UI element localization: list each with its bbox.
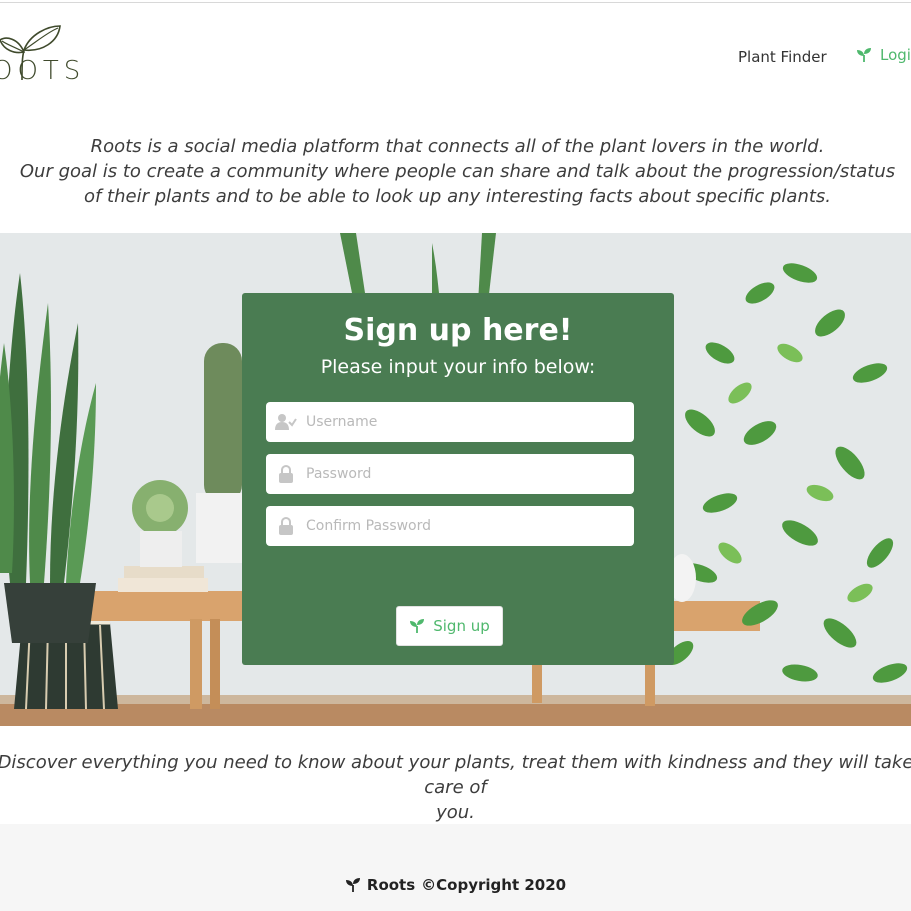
password-field[interactable] bbox=[266, 454, 634, 494]
username-field[interactable] bbox=[266, 402, 634, 442]
tagline-line-1: Discover everything you need to know abo… bbox=[0, 752, 911, 798]
seedling-icon bbox=[345, 878, 360, 892]
footer-brand: Roots bbox=[366, 876, 416, 894]
footer-copyright-text: ©Copyright 2020 bbox=[421, 876, 567, 894]
logo-text[interactable]: OOTS bbox=[0, 56, 85, 86]
nav-plant-finder-link[interactable]: Plant Finder bbox=[738, 48, 827, 66]
nav-login-label: Login bbox=[880, 46, 911, 64]
password-input[interactable] bbox=[306, 454, 634, 494]
confirm-password-input[interactable] bbox=[306, 506, 634, 546]
footer-copyright: Roots ©Copyright 2020 bbox=[0, 876, 911, 894]
seedling-icon bbox=[857, 48, 871, 62]
intro-line-1: Roots is a social media platform that co… bbox=[90, 136, 825, 157]
confirm-password-field[interactable] bbox=[266, 506, 634, 546]
nav-login-link[interactable]: Login bbox=[856, 46, 911, 64]
signup-card: Sign up here! Please input your info bel… bbox=[242, 293, 674, 665]
signup-title: Sign up here! bbox=[343, 313, 573, 348]
intro-line-2: Our goal is to create a community where … bbox=[19, 161, 896, 182]
username-input[interactable] bbox=[306, 402, 634, 442]
tagline-text: Discover everything you need to know abo… bbox=[0, 750, 911, 825]
signup-button[interactable]: Sign up bbox=[396, 606, 503, 646]
signup-subtitle: Please input your info below: bbox=[320, 356, 596, 378]
top-divider bbox=[0, 2, 911, 3]
footer: Roots ©Copyright 2020 bbox=[0, 824, 911, 911]
intro-text: Roots is a social media platform that co… bbox=[0, 134, 911, 209]
seedling-icon bbox=[410, 619, 425, 633]
user-check-icon bbox=[266, 413, 306, 431]
lock-icon bbox=[266, 517, 306, 535]
signup-button-label: Sign up bbox=[433, 617, 490, 635]
lock-icon bbox=[266, 465, 306, 483]
tagline-line-2: you. bbox=[436, 802, 475, 823]
intro-line-3: of their plants and to be able to look u… bbox=[83, 186, 832, 207]
